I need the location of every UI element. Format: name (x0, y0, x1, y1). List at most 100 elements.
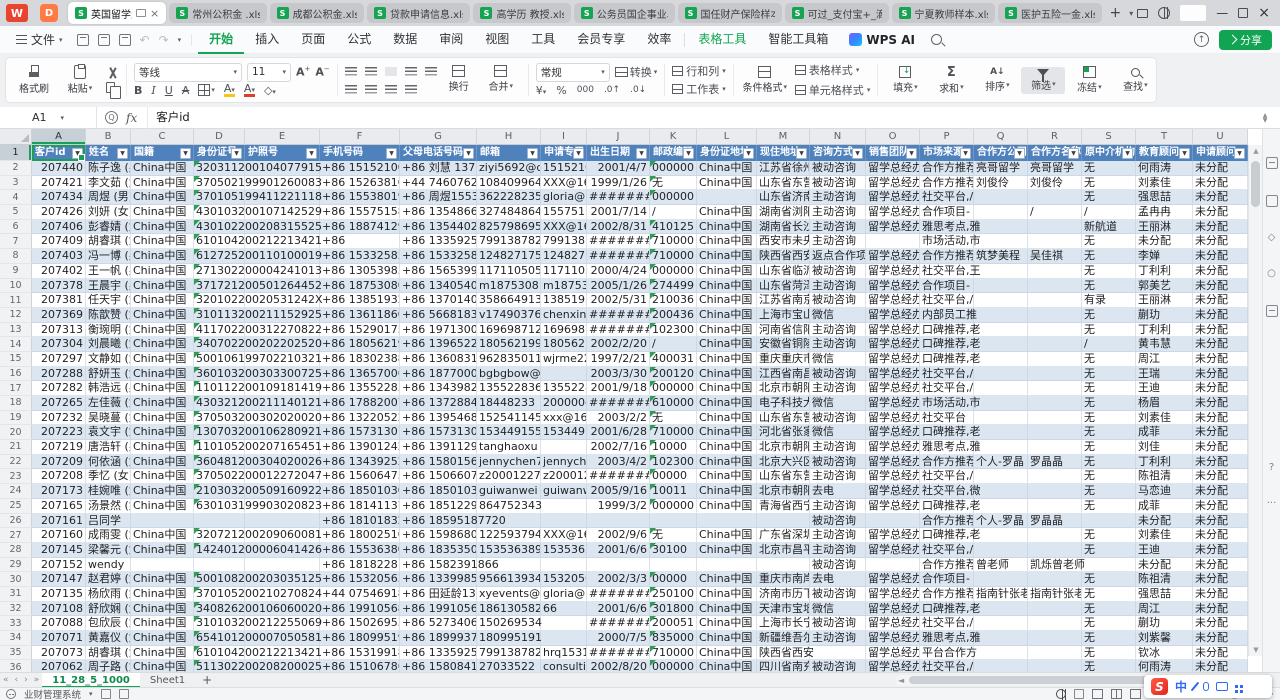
cell-F3[interactable]: +86 15263810 (320, 176, 400, 191)
cell-F7[interactable]: +86 (320, 234, 400, 249)
menu-item-插入[interactable]: 插入 (244, 26, 290, 54)
cell-L33[interactable]: China中国 (697, 616, 757, 631)
filter-dropdown-button[interactable]: ▼ (743, 148, 754, 159)
cell-Q35[interactable] (974, 646, 1028, 661)
column-header-N[interactable]: N (810, 129, 866, 145)
cell-K35[interactable]: 710000 (650, 646, 697, 661)
cell-G26[interactable]: +86 18595187720 (400, 514, 477, 529)
cell-G17[interactable]: +86 1343982452 (400, 381, 477, 396)
cell-M18[interactable]: 电子科技大 (757, 396, 810, 411)
wrap-text-button[interactable]: 换行 (441, 63, 477, 95)
cell-D32[interactable]: 340826200106060020 (194, 602, 245, 617)
cell-H35[interactable]: 799138782 (477, 646, 541, 661)
header-cell-E[interactable]: 护照号▼ (245, 145, 320, 161)
filter-dropdown-button[interactable]: ▼ (231, 148, 242, 159)
strikethrough-button[interactable]: A (182, 85, 190, 96)
column-header-C[interactable]: C (131, 129, 194, 145)
cell-M3[interactable]: 山东省东营 (757, 176, 810, 191)
cell-A28[interactable]: 207145 (32, 543, 86, 558)
cell-K16[interactable]: 200120 (650, 367, 697, 382)
document-tab-7[interactable]: S可过_支付宝+_滴滴 (785, 3, 889, 23)
cell-S13[interactable]: 无 (1082, 323, 1136, 338)
filter-dropdown-button[interactable]: ▼ (1234, 148, 1245, 159)
cell-F28[interactable]: +86 15536380 (320, 543, 400, 558)
cell-G25[interactable]: +86 1851229020 (400, 499, 477, 514)
cell-O26[interactable] (866, 514, 920, 529)
ime-language-toggle[interactable]: 中 (1175, 678, 1187, 695)
copy-button[interactable] (106, 82, 115, 93)
cell-P10[interactable]: 合作项目- (920, 279, 974, 294)
comma-style-button[interactable]: 000 (577, 86, 594, 95)
row-header-12[interactable]: 12 (0, 308, 32, 323)
cell-S27[interactable]: 无 (1082, 528, 1136, 543)
cell-C21[interactable]: China中国 (131, 440, 194, 455)
column-header-F[interactable]: F (320, 129, 400, 145)
cell-N4[interactable]: 主动咨询 (810, 190, 866, 205)
row-header-30[interactable]: 30 (0, 572, 32, 587)
cell-S11[interactable]: 有录 (1082, 293, 1136, 308)
cell-Q25[interactable] (974, 499, 1028, 514)
cell-U27[interactable]: 未分配 (1193, 528, 1248, 543)
cell-I20[interactable]: 153449155 (541, 425, 587, 440)
cell-L32[interactable]: China中国 (697, 602, 757, 617)
cell-G8[interactable]: +86 1533258500 (400, 249, 477, 264)
filter-dropdown-button[interactable]: ▼ (1179, 148, 1190, 159)
cell-K30[interactable]: 00000 (650, 572, 697, 587)
cell-G13[interactable]: +86 1971300890 (400, 323, 477, 338)
cell-O36[interactable]: 留学总经办 (866, 660, 920, 672)
cell-M11[interactable]: 江苏省南京 (757, 293, 810, 308)
cell-L29[interactable] (697, 558, 757, 573)
cell-T18[interactable]: 杨眉 (1136, 396, 1193, 411)
cell-U35[interactable]: 未分配 (1193, 646, 1248, 661)
currency-button[interactable]: ¥▾ (536, 85, 547, 96)
cell-K13[interactable]: 102300 (650, 323, 697, 338)
cell-T15[interactable]: 周江 (1136, 352, 1193, 367)
cell-T35[interactable]: 钦冰 (1136, 646, 1193, 661)
cell-U8[interactable]: 未分配 (1193, 249, 1248, 264)
cell-F29[interactable]: +86 18182281 (320, 558, 400, 573)
filter-dropdown-button[interactable]: ▼ (1122, 148, 1133, 159)
cell-M15[interactable]: 重庆重庆市 (757, 352, 810, 367)
cell-T7[interactable]: 未分配 (1136, 234, 1193, 249)
cell-I23[interactable]: z20001227 (541, 469, 587, 484)
cell-I5[interactable]: 155751588 (541, 205, 587, 220)
cell-Q23[interactable] (974, 469, 1028, 484)
cell-A13[interactable]: 207313 (32, 323, 86, 338)
wps-ai-button[interactable]: WPS AI (839, 33, 925, 47)
cell-T12[interactable]: 蒯玏 (1136, 308, 1193, 323)
cell-S30[interactable]: 无 (1082, 572, 1136, 587)
cell-M21[interactable]: 北京市朝阳 (757, 440, 810, 455)
cell-M2[interactable]: 江苏省徐州 (757, 161, 810, 176)
cell-R11[interactable] (1028, 293, 1082, 308)
cell-G30[interactable]: +86 1339985047 (400, 572, 477, 587)
cell-P12[interactable]: 内部员工推 (920, 308, 974, 323)
cell-A15[interactable]: 207297 (32, 352, 86, 367)
cell-T11[interactable]: 王丽淋 (1136, 293, 1193, 308)
cell-R9[interactable] (1028, 264, 1082, 279)
cell-T30[interactable]: 陈祖清 (1136, 572, 1193, 587)
cell-H2[interactable]: ziyi5692@q (477, 161, 541, 176)
cell-R25[interactable] (1028, 499, 1082, 514)
cell-I21[interactable] (541, 440, 587, 455)
normal-view-icon[interactable] (1092, 689, 1103, 699)
cell-L12[interactable]: China中国 (697, 308, 757, 323)
menu-item-数据[interactable]: 数据 (382, 26, 428, 54)
cell-B30[interactable]: 赵君婷 (女 (86, 572, 131, 587)
highlight-color-button[interactable]: A▾ (224, 83, 235, 97)
cell-G7[interactable]: +86 1335925706 (400, 234, 477, 249)
cell-P9[interactable]: 社交平台,王 (920, 264, 974, 279)
cell-U6[interactable]: 未分配 (1193, 220, 1248, 235)
cell-B20[interactable]: 袁文宇 (女 (86, 425, 131, 440)
row-header-26[interactable]: 26 (0, 514, 32, 529)
filter-dropdown-button[interactable]: ▼ (180, 148, 191, 159)
cell-L15[interactable]: China中国 (697, 352, 757, 367)
cell-P6[interactable]: 雅思考点,雅 (920, 220, 974, 235)
cell-J10[interactable]: 2005/1/26 (587, 279, 650, 294)
cell-D26[interactable] (194, 514, 245, 529)
cell-O6[interactable]: 留学总经办 (866, 220, 920, 235)
cell-J30[interactable]: 2002/3/3 (587, 572, 650, 587)
cell-O10[interactable]: 留学总经办 (866, 279, 920, 294)
cell-G31[interactable]: +86 田延龄1395 (400, 587, 477, 602)
font-name-select[interactable]: 等线▾ (134, 63, 242, 82)
cell-D27[interactable]: 320721200209060081 (194, 528, 245, 543)
